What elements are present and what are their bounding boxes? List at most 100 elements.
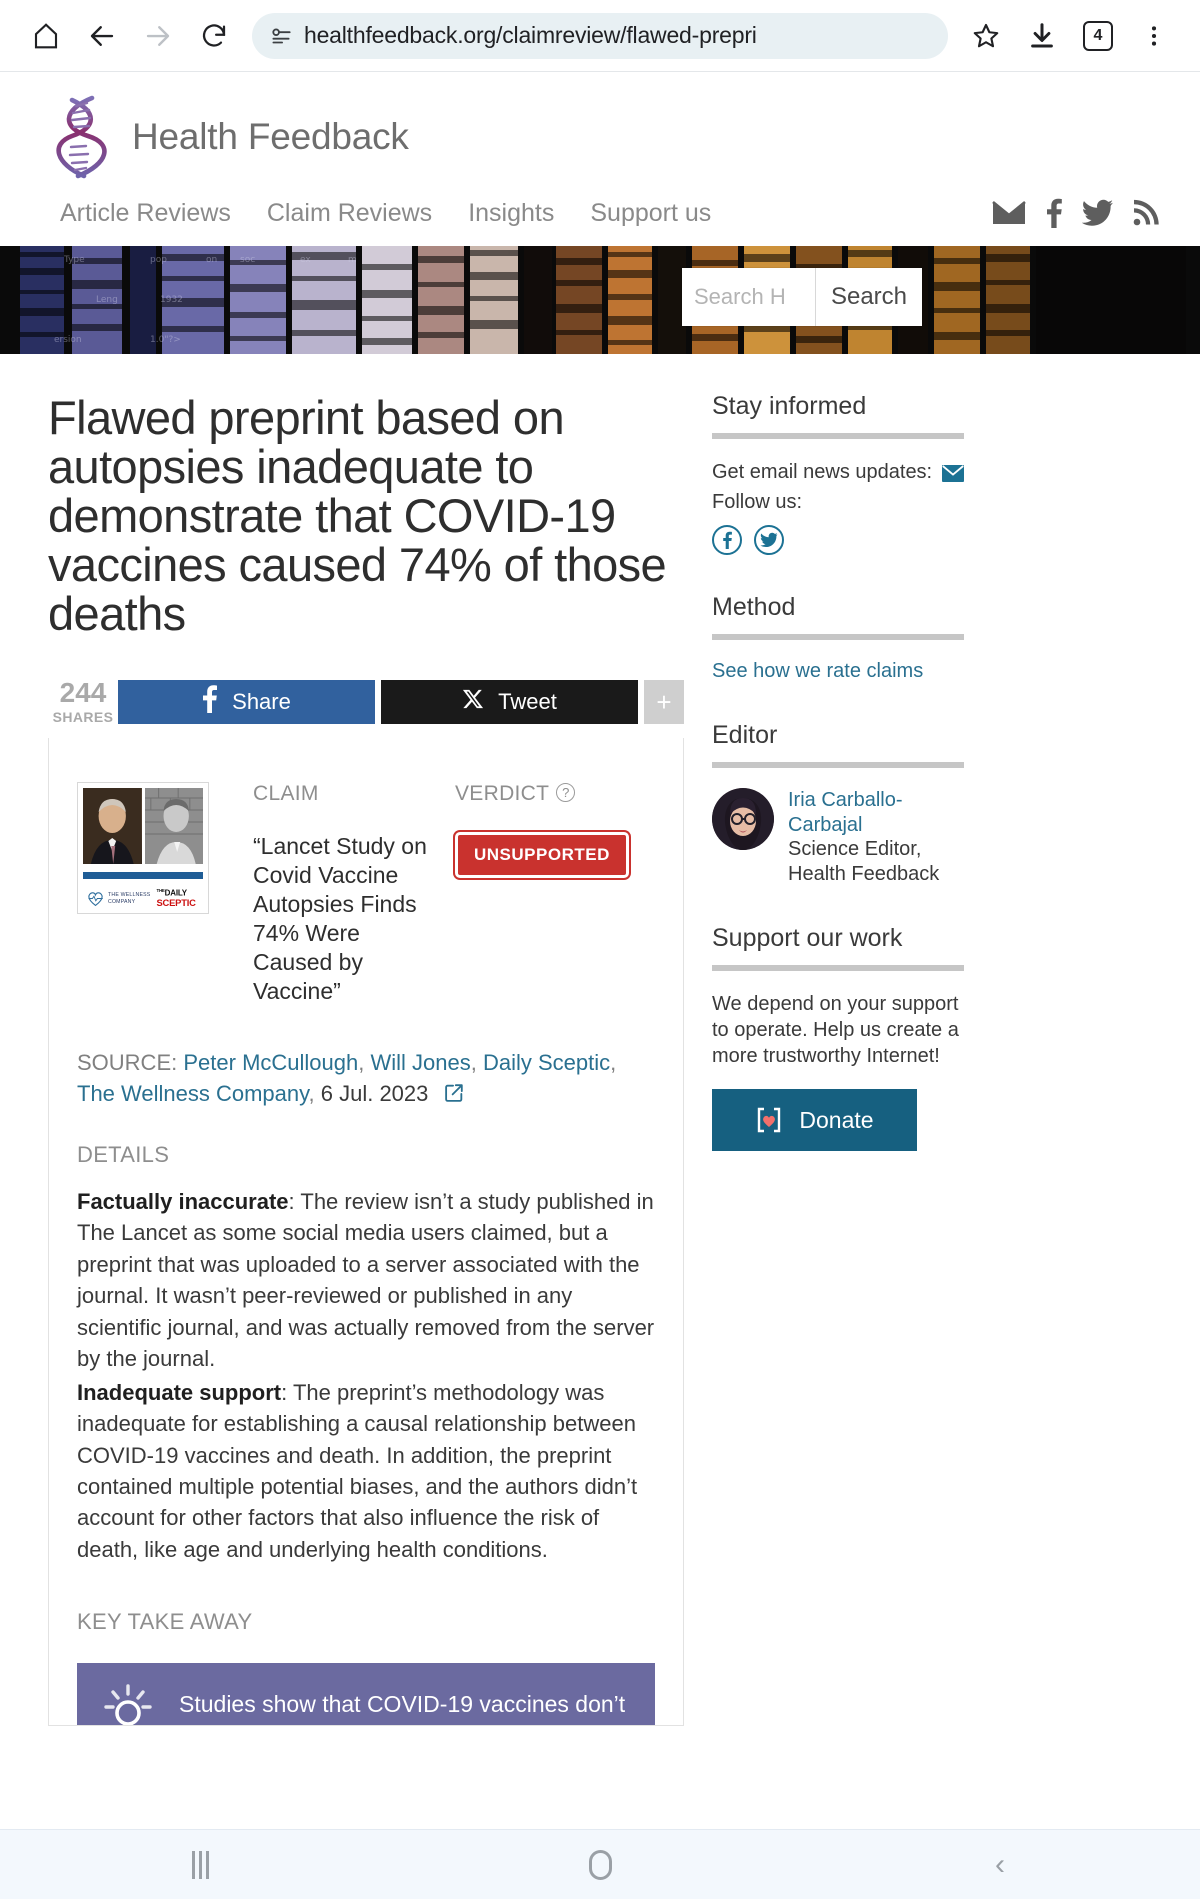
svg-text:m: m — [348, 255, 357, 265]
svg-text:ersion: ersion — [54, 335, 82, 345]
sidebar: Stay informed Get email news updates: Fo… — [712, 354, 964, 1726]
search-button[interactable]: Search — [816, 268, 922, 326]
share-count: 244 SHARES — [48, 677, 118, 726]
verdict-label: VERDICT — [455, 782, 550, 806]
help-icon[interactable]: ? — [556, 783, 576, 803]
facebook-share-button[interactable]: Share — [118, 680, 375, 725]
back-arrow-icon[interactable] — [74, 8, 130, 64]
claim-text: “Lancet Study on Covid Vaccine Autopsies… — [253, 833, 427, 1005]
details-lead-1: Factually inaccurate — [77, 1188, 289, 1214]
source-thumbnail[interactable]: THE WELLNESS COMPANY THEDAILY SCEPTIC — [77, 782, 209, 915]
section-divider — [712, 965, 964, 972]
external-link-icon[interactable] — [443, 1082, 465, 1112]
wellness-logo-line1: THE WELLNESS — [108, 892, 151, 899]
support-heading: Support our work — [712, 924, 903, 953]
wellness-logo-line2: COMPANY — [108, 898, 136, 905]
sceptic-logo-line2: SCEPTIC — [156, 897, 196, 909]
facebook-icon — [202, 685, 218, 719]
nav-item-article-reviews[interactable]: Article Reviews — [60, 199, 231, 228]
android-navigation-bar: ‹ — [0, 1829, 1200, 1899]
editor-name[interactable]: Iria Carballo-Carbajal — [788, 788, 964, 837]
twitter-circle-icon[interactable] — [754, 525, 784, 555]
search-input[interactable] — [682, 268, 816, 326]
key-takeaway-text: Studies show that COVID-19 vaccines don’… — [179, 1691, 626, 1718]
svg-text:soc: soc — [240, 255, 255, 265]
key-takeaway-label: KEY TAKE AWAY — [77, 1609, 253, 1635]
main-column: Flawed preprint based on autopsies inade… — [48, 354, 684, 1727]
svg-text:1.0"?>: 1.0"?> — [150, 335, 181, 345]
section-divider — [712, 433, 964, 439]
site-logo-row[interactable]: Health Feedback — [0, 94, 1200, 180]
source-author-4[interactable]: The Wellness Company — [77, 1081, 309, 1106]
tab-counter-button[interactable]: 4 — [1070, 8, 1126, 64]
editor-heading: Editor — [712, 721, 778, 749]
facebook-circle-icon[interactable] — [712, 525, 742, 555]
twitter-icon[interactable] — [1082, 199, 1114, 227]
stay-informed-body: Get email news updates: Follow us: — [712, 459, 964, 515]
donate-label: Donate — [799, 1106, 874, 1133]
support-body: We depend on your support to operate. He… — [712, 993, 959, 1068]
sidebar-section-editor: Editor Iria Carballo-Carbajal Science Ed… — [712, 721, 964, 886]
share-bar: 244 SHARES Share Tweet + — [48, 677, 684, 726]
thumbnail-divider — [83, 872, 203, 880]
method-link[interactable]: See how we rate claims — [712, 660, 923, 683]
svg-text:pop: pop — [150, 255, 167, 265]
share-count-number: 244 — [59, 677, 107, 709]
site-banner: Type pop on soc ex m Leng 1932 ersion 1.0"?> S… — [0, 246, 1200, 354]
dna-gel-image: Type pop on soc ex m Leng 1932 ersion 1.0"?> — [0, 246, 1200, 354]
nav-item-support-us[interactable]: Support us — [590, 199, 711, 228]
address-bar[interactable]: healthfeedback.org/claimreview/flawed-pr… — [252, 12, 948, 59]
source-label: SOURCE: — [77, 1050, 178, 1076]
details-paragraph-1: Factually inaccurate: The review isn’t a… — [77, 1186, 655, 1375]
claim-label: CLAIM — [253, 782, 319, 806]
recents-button[interactable] — [0, 1850, 400, 1879]
site-info-icon[interactable] — [268, 23, 294, 49]
svg-text:Type: Type — [63, 255, 85, 265]
star-icon[interactable] — [958, 8, 1014, 64]
back-button[interactable]: ‹ — [800, 1848, 1200, 1882]
source-author-3[interactable]: Daily Sceptic — [483, 1050, 610, 1075]
svg-text:Leng: Leng — [96, 295, 118, 305]
source-line: SOURCE: Peter McCullough, Will Jones, Da… — [77, 1048, 655, 1112]
source-author-1[interactable]: Peter McCullough — [183, 1050, 358, 1075]
donate-button[interactable]: Donate — [712, 1089, 917, 1152]
svg-text:on: on — [206, 255, 217, 265]
email-updates-text: Get email news updates: — [712, 461, 933, 483]
home-icon[interactable] — [18, 8, 74, 64]
details-text-2: : The preprint’s methodology was inadequ… — [77, 1379, 638, 1562]
source-sep-1: , — [358, 1050, 371, 1076]
facebook-share-label: Share — [232, 689, 291, 715]
method-heading: Method — [712, 593, 796, 621]
site-title: Health Feedback — [132, 116, 409, 157]
source-author-2[interactable]: Will Jones — [370, 1050, 470, 1075]
email-icon[interactable] — [992, 200, 1026, 226]
overflow-menu-icon[interactable] — [1126, 8, 1182, 64]
nav-item-claim-reviews[interactable]: Claim Reviews — [267, 199, 432, 228]
share-count-label: SHARES — [52, 709, 114, 726]
download-icon[interactable] — [1014, 8, 1070, 64]
rss-icon[interactable] — [1132, 199, 1160, 227]
screen: healthfeedback.org/claimreview/flawed-pr… — [0, 0, 1200, 1899]
nav-item-insights[interactable]: Insights — [468, 199, 554, 228]
headshot-will-jones — [144, 788, 203, 865]
editor-meta: Iria Carballo-Carbajal Science Editor, H… — [788, 788, 964, 886]
recents-icon — [191, 1850, 209, 1879]
twitter-share-button[interactable]: Tweet — [381, 680, 638, 725]
verdict-label-row: VERDICT ? — [455, 782, 655, 806]
home-button[interactable] — [400, 1849, 800, 1880]
more-share-options-button[interactable]: + — [644, 680, 684, 725]
sidebar-social-icons — [712, 525, 964, 555]
lightbulb-icon — [101, 1682, 155, 1726]
source-sep-3: , — [610, 1050, 617, 1076]
site-header: Health Feedback Article Reviews Claim Re… — [0, 72, 1200, 228]
editor-profile: Iria Carballo-Carbajal Science Editor, H… — [712, 788, 964, 886]
reload-icon[interactable] — [186, 8, 242, 64]
facebook-icon[interactable] — [1044, 198, 1064, 228]
svg-text:1932: 1932 — [160, 295, 183, 305]
page-title: Flawed preprint based on autopsies inade… — [48, 391, 667, 640]
details-text-1: : The review isn’t a study published in … — [77, 1188, 655, 1372]
section-divider — [712, 634, 964, 640]
envelope-icon[interactable] — [941, 463, 964, 489]
url-text: healthfeedback.org/claimreview/flawed-pr… — [304, 22, 757, 48]
twitter-share-label: Tweet — [498, 689, 557, 715]
